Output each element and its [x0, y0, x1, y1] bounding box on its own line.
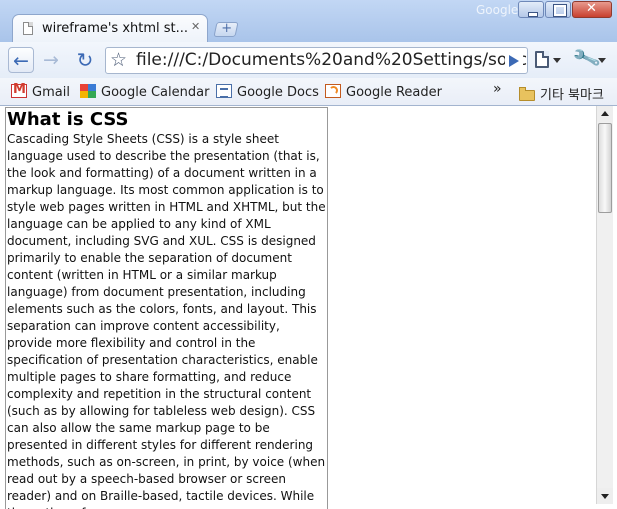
tab-title: wireframe's xhtml st... — [42, 21, 189, 36]
maximize-icon — [546, 2, 570, 17]
bookmark-google-reader[interactable]: Google Reader — [325, 84, 442, 100]
address-bar[interactable]: ☆ file:///C:/Documents%20and%20Settings/… — [105, 47, 528, 74]
page-body-text: Cascading Style Sheets (CSS) is a style … — [7, 132, 326, 509]
folder-icon — [519, 87, 535, 101]
tab-close-icon[interactable]: ✕ — [191, 20, 200, 33]
star-icon[interactable]: ☆ — [110, 48, 127, 73]
left-frame: What is CSS Cascading Style Sheets (CSS)… — [5, 107, 328, 509]
vertical-scrollbar[interactable] — [596, 106, 613, 504]
browser-window: Google wireframe's xhtml st... ✕ + ← → ↻… — [0, 0, 617, 509]
reload-icon: ↻ — [76, 48, 94, 72]
back-button[interactable]: ← — [8, 47, 34, 73]
plus-icon: + — [221, 21, 233, 36]
page-heading: What is CSS — [7, 109, 129, 130]
other-bookmarks-label: 기타 북마크 — [540, 88, 604, 103]
forward-button[interactable]: → — [38, 47, 64, 73]
scrollbar-thumb[interactable] — [598, 123, 612, 213]
minimize-icon — [519, 2, 543, 17]
bookmark-google-docs[interactable]: Google Docs — [216, 84, 319, 100]
bookmark-google-calendar[interactable]: Google Calendar — [80, 84, 209, 100]
reload-button[interactable]: ↻ — [72, 47, 98, 73]
minimize-button[interactable] — [518, 1, 544, 18]
gmail-icon — [11, 82, 27, 98]
go-button[interactable] — [505, 48, 523, 73]
reader-icon — [325, 84, 341, 98]
forward-arrow-icon: → — [43, 49, 59, 71]
bookmarks-overflow-icon[interactable]: » — [493, 81, 502, 97]
scroll-down-icon[interactable] — [597, 488, 613, 504]
chevron-down-icon[interactable] — [553, 58, 561, 63]
tab-active[interactable]: wireframe's xhtml st... ✕ — [12, 14, 208, 42]
new-tab-button[interactable]: + — [213, 21, 239, 37]
other-bookmarks[interactable]: 기타 북마크 — [519, 84, 604, 103]
page-viewport: What is CSS Cascading Style Sheets (CSS)… — [0, 106, 617, 509]
page-menu-icon[interactable] — [535, 51, 549, 68]
document-icon — [23, 22, 33, 35]
close-icon — [573, 1, 611, 17]
back-arrow-icon: ← — [13, 50, 29, 72]
toolbar: ← → ↻ ☆ file:///C:/Documents%20and%20Set… — [0, 42, 617, 78]
scroll-up-icon[interactable] — [597, 106, 613, 122]
title-bar: Google wireframe's xhtml st... ✕ + — [0, 0, 617, 42]
bookmark-gmail[interactable]: Gmail — [11, 82, 70, 100]
bookmarks-bar: Gmail Google Calendar Google Docs Google… — [0, 78, 617, 106]
bookmark-label: Gmail — [32, 85, 70, 100]
bookmark-label: Google Reader — [346, 85, 442, 100]
maximize-button[interactable] — [545, 1, 571, 18]
bookmark-label: Google Calendar — [101, 85, 210, 100]
calendar-icon — [80, 84, 96, 98]
google-brand: Google — [476, 3, 519, 17]
bookmark-label: Google Docs — [237, 85, 319, 100]
chevron-down-icon[interactable] — [598, 58, 606, 63]
url-text[interactable]: file:///C:/Documents%20and%20Settings/so… — [136, 50, 527, 70]
docs-icon — [216, 84, 232, 98]
close-window-button[interactable] — [572, 1, 612, 18]
